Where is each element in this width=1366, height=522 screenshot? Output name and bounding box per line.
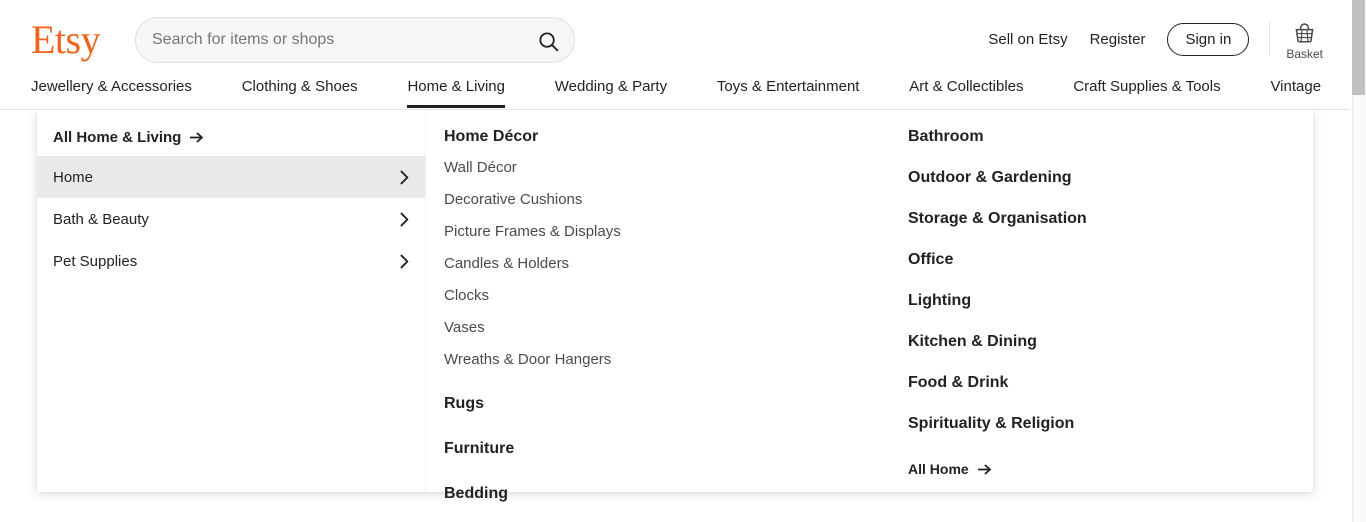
site-header: Etsy Sell on Etsy Register Sign in xyxy=(0,0,1352,110)
group-heading-home-decor[interactable]: Home Décor xyxy=(444,128,538,146)
search-icon xyxy=(538,31,558,51)
nav-item-label: Clothing & Shoes xyxy=(241,78,358,95)
mega-category-pet-supplies[interactable]: Pet Supplies xyxy=(37,240,425,282)
sign-in-button[interactable]: Sign in xyxy=(1167,22,1250,56)
chevron-right-icon xyxy=(400,254,409,269)
nav-item-label: Home & Living xyxy=(407,78,505,95)
mega-rightlink-spirituality-religion[interactable]: Spirituality & Religion xyxy=(908,415,1313,433)
nav-item-toys-entertainment[interactable]: Toys & Entertainment xyxy=(717,78,860,105)
nav-item-art-collectibles[interactable]: Art & Collectibles xyxy=(909,78,1023,105)
mega-rightlink-food-drink[interactable]: Food & Drink xyxy=(908,374,1313,392)
nav-item-label: Jewellery & Accessories xyxy=(31,78,192,95)
mega-menu-category-column: All Home & Living Home Bath & Beauty Pet S… xyxy=(37,110,426,492)
chevron-right-icon xyxy=(400,170,409,185)
arrow-right-icon xyxy=(190,132,204,142)
sell-on-etsy-link[interactable]: Sell on Etsy xyxy=(988,31,1067,48)
basket-label: Basket xyxy=(1286,47,1323,61)
nav-item-label: Wedding & Party xyxy=(554,78,668,95)
all-home-and-living-link[interactable]: All Home & Living xyxy=(37,118,425,156)
all-home-label: All Home xyxy=(908,461,969,477)
mega-heading-bedding[interactable]: Bedding xyxy=(444,485,851,503)
mega-sublink-vases[interactable]: Vases xyxy=(444,319,851,336)
mega-sublink-picture-frames-displays[interactable]: Picture Frames & Displays xyxy=(444,223,851,240)
nav-item-home-living[interactable]: Home & Living xyxy=(407,78,505,108)
primary-nav: Jewellery & Accessories Clothing & Shoes H… xyxy=(0,78,1352,110)
mega-heading-furniture[interactable]: Furniture xyxy=(444,440,851,458)
nav-item-jewellery-accessories[interactable]: Jewellery & Accessories xyxy=(31,78,192,105)
etsy-logo[interactable]: Etsy xyxy=(31,18,101,62)
nav-item-craft-supplies-tools[interactable]: Craft Supplies & Tools xyxy=(1073,78,1220,105)
nav-item-clothing-shoes[interactable]: Clothing & Shoes xyxy=(242,78,358,105)
all-home-and-living-label: All Home & Living xyxy=(53,128,182,146)
mega-category-home[interactable]: Home xyxy=(37,156,425,198)
search-input[interactable] xyxy=(150,18,530,62)
nav-item-wedding-party[interactable]: Wedding & Party xyxy=(555,78,667,105)
header-divider xyxy=(1269,22,1271,56)
basket-button[interactable]: Basket xyxy=(1286,21,1323,61)
mega-sublink-candles-holders[interactable]: Candles & Holders xyxy=(444,255,851,272)
mega-category-bath-beauty[interactable]: Bath & Beauty xyxy=(37,198,425,240)
mega-menu-middle-column: Home Décor Wall Décor Decorative Cushions… xyxy=(426,110,851,502)
mega-rightlink-lighting[interactable]: Lighting xyxy=(908,292,1313,310)
mega-heading-rugs[interactable]: Rugs xyxy=(444,395,851,413)
home-and-living-mega-menu: All Home & Living Home Bath & Beauty Pet S… xyxy=(37,110,1313,502)
mega-sublink-wall-d-cor[interactable]: Wall Décor xyxy=(444,159,851,176)
basket-icon xyxy=(1295,23,1314,43)
mega-sublink-decorative-cushions[interactable]: Decorative Cushions xyxy=(444,191,851,208)
scrollbar-thumb[interactable] xyxy=(1352,0,1365,95)
mega-sublink-clocks[interactable]: Clocks xyxy=(444,287,851,304)
nav-item-label: Vintage xyxy=(1270,78,1322,95)
browser-viewport: Etsy Sell on Etsy Register Sign in xyxy=(0,0,1366,522)
mega-category-label: Bath & Beauty xyxy=(53,210,149,228)
mega-category-label: Home xyxy=(53,168,94,186)
mega-category-label: Pet Supplies xyxy=(53,252,138,270)
mega-menu-right-column: Bathroom Outdoor & Gardening Storage & Org… xyxy=(851,110,1313,492)
mega-rightlink-outdoor-gardening[interactable]: Outdoor & Gardening xyxy=(908,169,1313,187)
nav-item-label: Craft Supplies & Tools xyxy=(1073,78,1221,95)
vertical-scrollbar[interactable] xyxy=(1352,0,1366,522)
nav-item-vintage[interactable]: Vintage xyxy=(1270,78,1321,105)
mega-rightlink-storage-organisation[interactable]: Storage & Organisation xyxy=(908,210,1313,228)
mega-rightlink-kitchen-dining[interactable]: Kitchen & Dining xyxy=(908,333,1313,351)
nav-item-label: Art & Collectibles xyxy=(909,78,1024,95)
mega-rightlink-bathroom[interactable]: Bathroom xyxy=(908,128,1313,146)
register-link[interactable]: Register xyxy=(1090,31,1146,48)
nav-item-label: Toys & Entertainment xyxy=(716,78,860,95)
search-submit-button[interactable] xyxy=(530,23,566,59)
arrow-right-icon xyxy=(977,464,991,474)
header-utility-links: Sell on Etsy Register Sign in Basket xyxy=(988,0,1352,78)
mega-rightlink-office[interactable]: Office xyxy=(908,251,1313,269)
all-home-link[interactable]: All Home xyxy=(908,461,992,477)
chevron-right-icon xyxy=(400,212,409,227)
mega-sublink-wreaths-door-hangers[interactable]: Wreaths & Door Hangers xyxy=(444,351,851,368)
search-bar[interactable] xyxy=(135,17,575,63)
